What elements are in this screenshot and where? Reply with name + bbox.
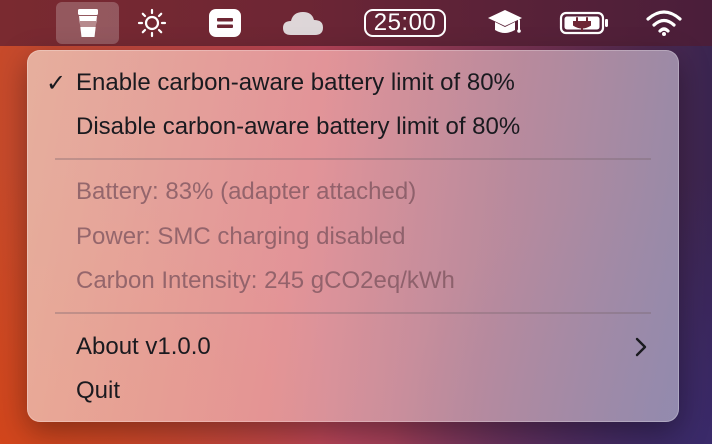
graduation-cap-menu-extra[interactable] <box>484 2 526 44</box>
menu-item-label: About v1.0.0 <box>76 333 211 360</box>
menu-separator <box>55 158 651 160</box>
cloud-menu-extra[interactable] <box>280 2 326 44</box>
wifi-icon <box>646 9 682 37</box>
dropdown-menu: ✓ Enable carbon-aware battery limit of 8… <box>27 50 679 422</box>
power-status-text: Power: SMC charging disabled <box>76 223 406 250</box>
chevron-right-icon <box>633 335 649 359</box>
sun-menu-extra[interactable] <box>133 2 171 44</box>
menu-item-enable-limit[interactable]: ✓ Enable carbon-aware battery limit of 8… <box>27 63 679 103</box>
menu-bar: 25:00 <box>0 0 712 46</box>
menu-item-label: Quit <box>76 377 121 404</box>
menu-item-disable-limit[interactable]: Disable carbon-aware battery limit of 80… <box>27 107 679 147</box>
battery-menu-extra[interactable] <box>558 2 612 44</box>
carbon-intensity-item: Carbon Intensity: 245 gCO2eq/kWh <box>27 261 679 301</box>
equals-menu-extra[interactable] <box>205 2 245 44</box>
cloud-icon <box>281 9 325 37</box>
menu-separator <box>55 312 651 314</box>
wifi-menu-extra[interactable] <box>644 2 684 44</box>
power-status-item: Power: SMC charging disabled <box>27 217 679 257</box>
graduation-cap-icon <box>486 6 524 40</box>
checkmark-icon: ✓ <box>45 69 67 97</box>
battery-charging-icon <box>559 10 611 36</box>
timer-text: 25:00 <box>373 9 437 36</box>
menu-item-about[interactable]: About v1.0.0 <box>27 327 679 367</box>
menu-item-label: Disable carbon-aware battery limit of 80… <box>76 113 521 140</box>
carbon-intensity-text: Carbon Intensity: 245 gCO2eq/kWh <box>76 267 455 294</box>
timer-display: 25:00 <box>363 9 447 37</box>
equals-icon <box>208 8 242 38</box>
timer-menu-extra[interactable]: 25:00 <box>360 2 450 44</box>
sun-icon <box>137 8 167 38</box>
menu-item-label: Enable carbon-aware battery limit of 80% <box>76 69 515 96</box>
battery-status-item: Battery: 83% (adapter attached) <box>27 172 679 212</box>
menu-item-quit[interactable]: Quit <box>27 371 679 411</box>
coffee-cup-icon <box>76 7 100 39</box>
battery-status-text: Battery: 83% (adapter attached) <box>76 178 417 205</box>
coffee-cup-menu-extra[interactable] <box>56 2 119 44</box>
